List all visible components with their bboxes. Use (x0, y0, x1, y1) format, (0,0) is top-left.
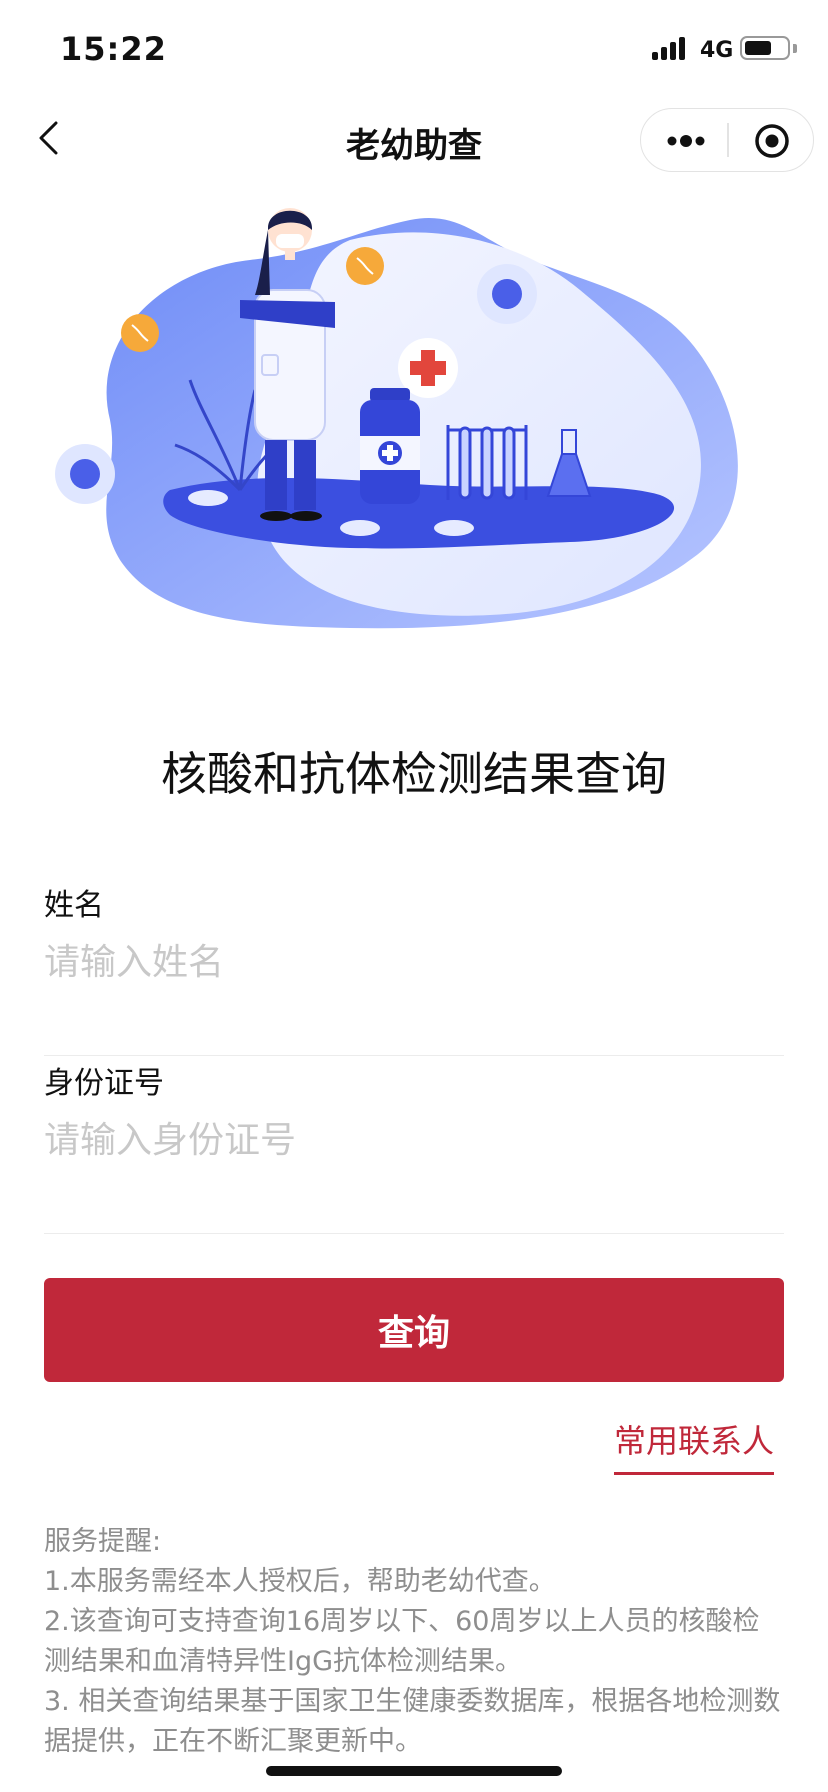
virus-icon-1 (55, 444, 115, 504)
notice-item: 1.本服务需经本人授权后，帮助老幼代查。 (44, 1566, 556, 1597)
notice-item: 2.该查询可支持查询16周岁以下、60周岁以上人员的核酸检测结果和血清特异性Ig… (44, 1606, 760, 1677)
pill-3 (434, 520, 474, 536)
pill-2 (340, 520, 380, 536)
pill-1 (188, 490, 228, 506)
nav-bar: 老幼助查 (0, 100, 828, 180)
mini-program-capsule (640, 108, 814, 172)
home-indicator (266, 1766, 562, 1776)
battery-tip (793, 44, 797, 53)
cellular-signal-icon (652, 36, 692, 60)
name-field-group: 姓名 (44, 880, 784, 1056)
more-button[interactable] (651, 119, 721, 163)
test-tubes-icon (446, 425, 528, 500)
more-dots-icon (667, 135, 705, 147)
page-title: 核酸和抗体检测结果查询 (161, 747, 667, 801)
medicine-bottle-icon (360, 388, 420, 504)
medical-illustration (55, 208, 738, 629)
close-mini-program-button[interactable] (737, 119, 807, 163)
virus-icon-2 (477, 264, 537, 324)
battery-level-fill (745, 41, 771, 55)
dna-coin-icon-2 (346, 247, 384, 285)
dna-coin-icon-1 (121, 314, 159, 352)
service-notice: 服务提醒: 1.本服务需经本人授权后，帮助老幼代查。 2.该查询可支持查询16周… (44, 1522, 784, 1762)
network-type: 4G (700, 38, 734, 63)
notice-heading: 服务提醒: (44, 1526, 162, 1557)
battery-icon (740, 36, 790, 60)
frequent-contacts-link[interactable]: 常用联系人 (614, 1416, 775, 1475)
target-close-icon (755, 124, 789, 158)
name-label: 姓名 (44, 888, 104, 923)
query-button[interactable]: 查询 (44, 1278, 784, 1382)
notice-item: 3. 相关查询结果基于国家卫生健康委数据库，根据各地检测数据提供，正在不断汇聚更… (44, 1686, 781, 1757)
id-number-label: 身份证号 (44, 1066, 164, 1101)
id-number-input[interactable] (44, 1110, 784, 1170)
status-bar: 15:22 4G (0, 0, 828, 100)
status-time: 15:22 (60, 30, 167, 68)
capsule-divider (727, 123, 729, 157)
id-number-field-group: 身份证号 (44, 1058, 784, 1234)
name-input[interactable] (44, 932, 784, 992)
